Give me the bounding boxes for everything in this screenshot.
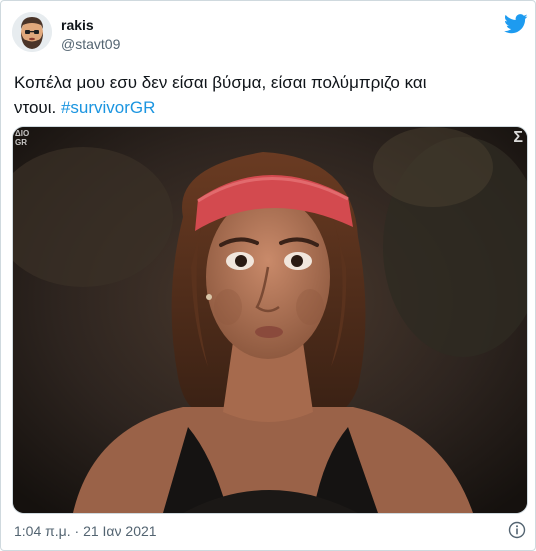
- tweet-card: rakis @stavt09 Κοπέλα μου εσυ δεν είσαι …: [0, 0, 536, 551]
- tweet-text-line2: ντουι.: [14, 98, 61, 117]
- tweet-text: Κοπέλα μου εσυ δεν είσαι βύσμα, είσαι πο…: [14, 70, 519, 120]
- tweet-timestamp[interactable]: 1:04 π.μ. · 21 Ιαν 2021: [14, 522, 157, 540]
- bearded-man-avatar-icon: [12, 12, 52, 52]
- avatar[interactable]: [12, 12, 52, 52]
- info-icon[interactable]: [508, 521, 526, 539]
- author-handle[interactable]: @stavt09: [61, 35, 120, 53]
- tweet-media-photo[interactable]: ΔΙΟ GR Σ: [12, 126, 528, 514]
- channel-logo-left: ΔΙΟ GR: [15, 129, 29, 147]
- channel-logo-right: Σ: [513, 129, 523, 146]
- hashtag-link[interactable]: #survivorGR: [61, 98, 155, 117]
- twitter-bird-icon[interactable]: [504, 14, 528, 34]
- channel-left-line1: ΔΙΟ: [15, 129, 30, 138]
- channel-left-line2: GR: [15, 138, 27, 147]
- author-display-name[interactable]: rakis: [61, 16, 94, 34]
- tweet-text-line1: Κοπέλα μου εσυ δεν είσαι βύσμα, είσαι πο…: [14, 73, 427, 92]
- woman-red-headband-photo: [13, 127, 527, 513]
